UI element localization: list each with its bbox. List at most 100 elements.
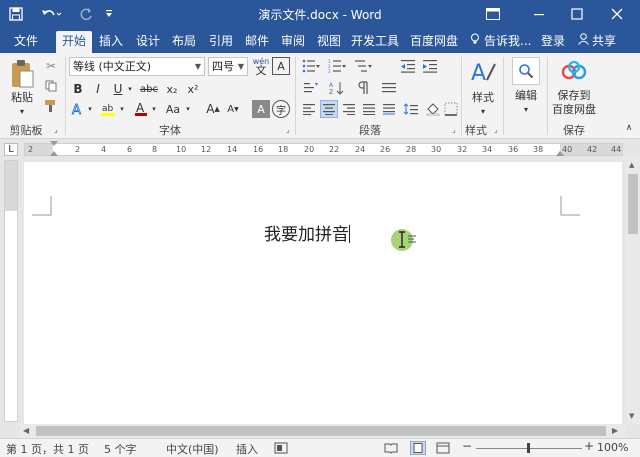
enclose-characters-button[interactable]: 字	[272, 100, 290, 118]
hanging-indent-marker[interactable]	[50, 151, 58, 156]
close-icon[interactable]	[600, 0, 634, 28]
document-area[interactable]	[20, 158, 626, 424]
styles-button-label[interactable]: 样式	[464, 91, 502, 104]
chevron-down-icon[interactable]: ▾	[86, 100, 94, 118]
page-count[interactable]: 第 1 页，共 1 页	[6, 441, 89, 457]
font-size-combo[interactable]: 四号 ▼	[208, 57, 248, 76]
character-shading-button[interactable]: A	[252, 100, 270, 118]
vertical-ruler[interactable]	[4, 160, 18, 422]
decrease-indent-icon[interactable]	[398, 57, 418, 75]
underline-button[interactable]: U	[110, 80, 126, 98]
chinese-layout-icon[interactable]	[300, 79, 322, 97]
shading-icon[interactable]	[424, 100, 442, 118]
tab-layout[interactable]: 布局	[168, 31, 200, 53]
save-to-baidu-line1[interactable]: 保存到	[548, 89, 600, 102]
baidu-cloud-icon[interactable]	[559, 57, 589, 85]
chevron-down-icon[interactable]: ▾	[126, 80, 134, 98]
scroll-down-icon[interactable]: ▼	[629, 412, 634, 420]
chevron-down-icon[interactable]: ▾	[520, 103, 532, 116]
chevron-down-icon[interactable]: ▾	[477, 105, 489, 118]
paragraph-launcher-icon[interactable]: ⌟	[452, 125, 456, 134]
word-count[interactable]: 5 个字	[104, 441, 137, 457]
language-status[interactable]: 中文(中国)	[166, 441, 219, 457]
tab-review[interactable]: 审阅	[277, 31, 309, 53]
borders-icon[interactable]	[442, 100, 460, 118]
change-case-button[interactable]: Aa	[162, 100, 184, 118]
save-to-baidu-line2[interactable]: 百度网盘	[548, 103, 600, 116]
scroll-up-icon[interactable]: ▲	[629, 161, 634, 169]
first-line-indent-marker[interactable]	[50, 141, 58, 146]
chevron-down-icon[interactable]: ▾	[118, 100, 126, 118]
tab-baidu-netdisk[interactable]: 百度网盘	[406, 31, 462, 53]
document-text[interactable]: 我要加拼音	[264, 220, 350, 245]
print-layout-icon[interactable]	[410, 441, 426, 455]
horizontal-scrollbar[interactable]: ◀ ▶	[20, 424, 626, 438]
line-spacing-icon[interactable]	[402, 100, 420, 118]
tab-design[interactable]: 设计	[132, 31, 164, 53]
justify-icon[interactable]	[360, 100, 378, 118]
show-marks-icon[interactable]	[352, 79, 374, 97]
tell-me-box[interactable]: 告诉我...	[470, 31, 531, 53]
superscript-button[interactable]: x²	[184, 80, 202, 98]
web-layout-icon[interactable]	[436, 442, 450, 454]
tab-insert[interactable]: 插入	[95, 31, 127, 53]
tab-view[interactable]: 视图	[313, 31, 345, 53]
highlight-icon[interactable]: ab	[98, 100, 118, 118]
editing-button-label[interactable]: 编辑	[508, 89, 544, 102]
vertical-scrollbar[interactable]: ▲ ▼	[626, 158, 640, 424]
format-painter-icon[interactable]	[42, 97, 60, 115]
horizontal-scroll-thumb[interactable]	[36, 426, 606, 436]
tab-home[interactable]: 开始	[56, 31, 92, 53]
read-mode-icon[interactable]	[384, 442, 398, 454]
multilevel-list-icon[interactable]	[352, 57, 374, 75]
cut-icon[interactable]: ✂	[42, 57, 60, 75]
paste-label[interactable]: 粘贴	[4, 91, 40, 104]
phonetic-guide-button[interactable]: wén 文	[251, 55, 271, 77]
bold-button[interactable]: B	[70, 80, 86, 98]
font-color-icon[interactable]: A	[132, 100, 150, 118]
search-icon[interactable]	[512, 57, 540, 85]
character-border-button[interactable]: A	[272, 57, 290, 75]
zoom-level[interactable]: 100%	[597, 441, 628, 454]
zoom-out-icon[interactable]: −	[462, 439, 472, 453]
font-launcher-icon[interactable]: ⌟	[286, 125, 290, 134]
chevron-down-icon[interactable]: ▾	[184, 100, 192, 118]
chevron-down-icon[interactable]: ▾	[150, 100, 158, 118]
right-indent-marker[interactable]	[556, 151, 564, 156]
distributed-icon[interactable]	[380, 100, 398, 118]
grow-font-button[interactable]: A ▲	[204, 100, 222, 118]
minimize-icon[interactable]	[522, 0, 556, 28]
tab-selector[interactable]: L	[4, 143, 18, 156]
insert-mode[interactable]: 插入	[236, 441, 258, 457]
login-button[interactable]: 登录	[541, 31, 565, 53]
tab-mailings[interactable]: 邮件	[241, 31, 273, 53]
paste-dropdown-icon[interactable]: ▾	[16, 105, 28, 118]
clipboard-launcher-icon[interactable]: ⌟	[54, 125, 58, 134]
align-center-icon[interactable]	[320, 100, 338, 118]
asian-typography-icon[interactable]	[378, 79, 400, 97]
font-name-combo[interactable]: 等线 (中文正文) ▼	[69, 57, 205, 76]
shrink-font-button[interactable]: A ▼	[224, 100, 242, 118]
italic-button[interactable]: I	[90, 80, 106, 98]
vertical-scroll-thumb[interactable]	[628, 174, 638, 234]
sort-icon[interactable]: AZ	[326, 79, 348, 97]
styles-launcher-icon[interactable]: ⌟	[494, 125, 498, 134]
macro-record-icon[interactable]	[274, 442, 288, 454]
subscript-button[interactable]: x₂	[163, 80, 181, 98]
align-right-icon[interactable]	[340, 100, 358, 118]
tab-developer[interactable]: 开发工具	[349, 31, 401, 53]
collapse-ribbon-icon[interactable]: ∧	[622, 121, 636, 135]
styles-icon[interactable]: A	[468, 57, 498, 87]
ribbon-display-icon[interactable]	[476, 0, 510, 28]
horizontal-ruler[interactable]: L 2 2 4 6 8 10 12 14 16 18 20 22 24 26 2…	[0, 140, 640, 158]
copy-icon[interactable]	[42, 77, 60, 95]
paste-icon[interactable]	[8, 57, 36, 91]
increase-indent-icon[interactable]	[420, 57, 440, 75]
strikethrough-button[interactable]: abc	[138, 80, 160, 98]
tab-references[interactable]: 引用	[205, 31, 237, 53]
share-button[interactable]: 共享	[574, 31, 620, 53]
maximize-icon[interactable]	[560, 0, 594, 28]
zoom-slider-thumb[interactable]	[527, 443, 530, 453]
align-left-icon[interactable]	[300, 100, 318, 118]
scroll-left-icon[interactable]: ◀	[23, 426, 29, 435]
